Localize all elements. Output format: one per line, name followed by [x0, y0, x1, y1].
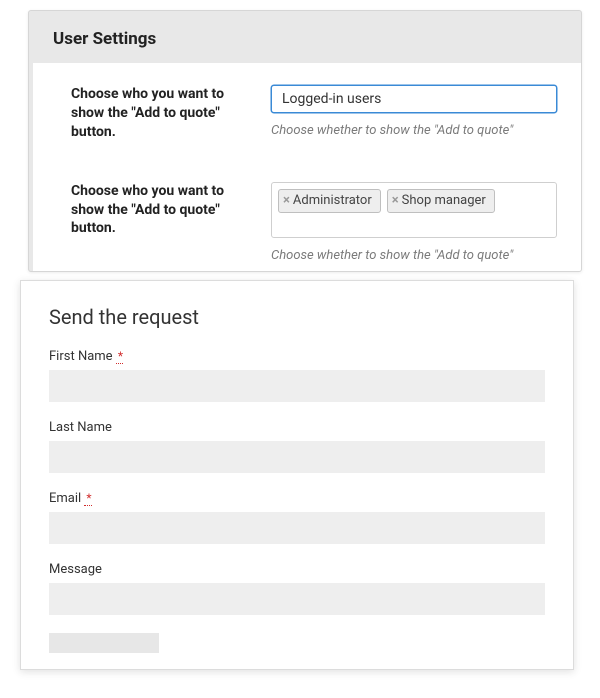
setting-label: Choose who you want to show the "Add to … [71, 182, 271, 263]
email-label: Email * [49, 491, 545, 506]
field-email: Email * [49, 491, 545, 544]
message-input[interactable] [49, 583, 545, 615]
field-last-name: Last Name [49, 420, 545, 473]
visibility-select[interactable]: Logged-in users [271, 85, 557, 113]
user-settings-header: User Settings [29, 11, 581, 63]
submit-button[interactable] [49, 633, 159, 653]
field-message: Message [49, 562, 545, 615]
setting-row: Choose who you want to show the "Add to … [33, 81, 581, 154]
roles-multiselect[interactable]: × Administrator × Shop manager [271, 182, 557, 238]
setting-control: Logged-in users Choose whether to show t… [271, 85, 557, 142]
first-name-label-text: First Name [49, 349, 113, 364]
send-request-title: Send the request [49, 305, 545, 329]
setting-control: × Administrator × Shop manager Choose wh… [271, 182, 557, 263]
setting-label: Choose who you want to show the "Add to … [71, 85, 271, 142]
role-token-label: Shop manager [402, 193, 486, 208]
field-first-name: First Name * [49, 349, 545, 402]
visibility-select-value: Logged-in users [282, 91, 381, 107]
last-name-input[interactable] [49, 441, 545, 473]
first-name-input[interactable] [49, 370, 545, 402]
role-token[interactable]: × Administrator [278, 189, 381, 213]
user-settings-panel: User Settings Choose who you want to sho… [28, 10, 582, 272]
required-mark: * [116, 349, 123, 364]
email-label-text: Email [49, 491, 81, 506]
role-token[interactable]: × Shop manager [387, 189, 495, 213]
setting-row: Choose who you want to show the "Add to … [33, 178, 581, 272]
required-mark: * [84, 491, 91, 506]
first-name-label: First Name * [49, 349, 545, 364]
user-settings-body: Choose who you want to show the "Add to … [33, 63, 581, 272]
role-token-label: Administrator [293, 193, 372, 208]
message-label: Message [49, 562, 545, 577]
last-name-label: Last Name [49, 420, 545, 435]
email-input[interactable] [49, 512, 545, 544]
remove-token-icon[interactable]: × [283, 194, 290, 207]
remove-token-icon[interactable]: × [392, 194, 399, 207]
setting-description: Choose whether to show the "Add to quote… [271, 123, 557, 138]
user-settings-title: User Settings [53, 29, 557, 49]
setting-description: Choose whether to show the "Add to quote… [271, 248, 557, 263]
send-request-panel: Send the request First Name * Last Name … [20, 280, 574, 670]
